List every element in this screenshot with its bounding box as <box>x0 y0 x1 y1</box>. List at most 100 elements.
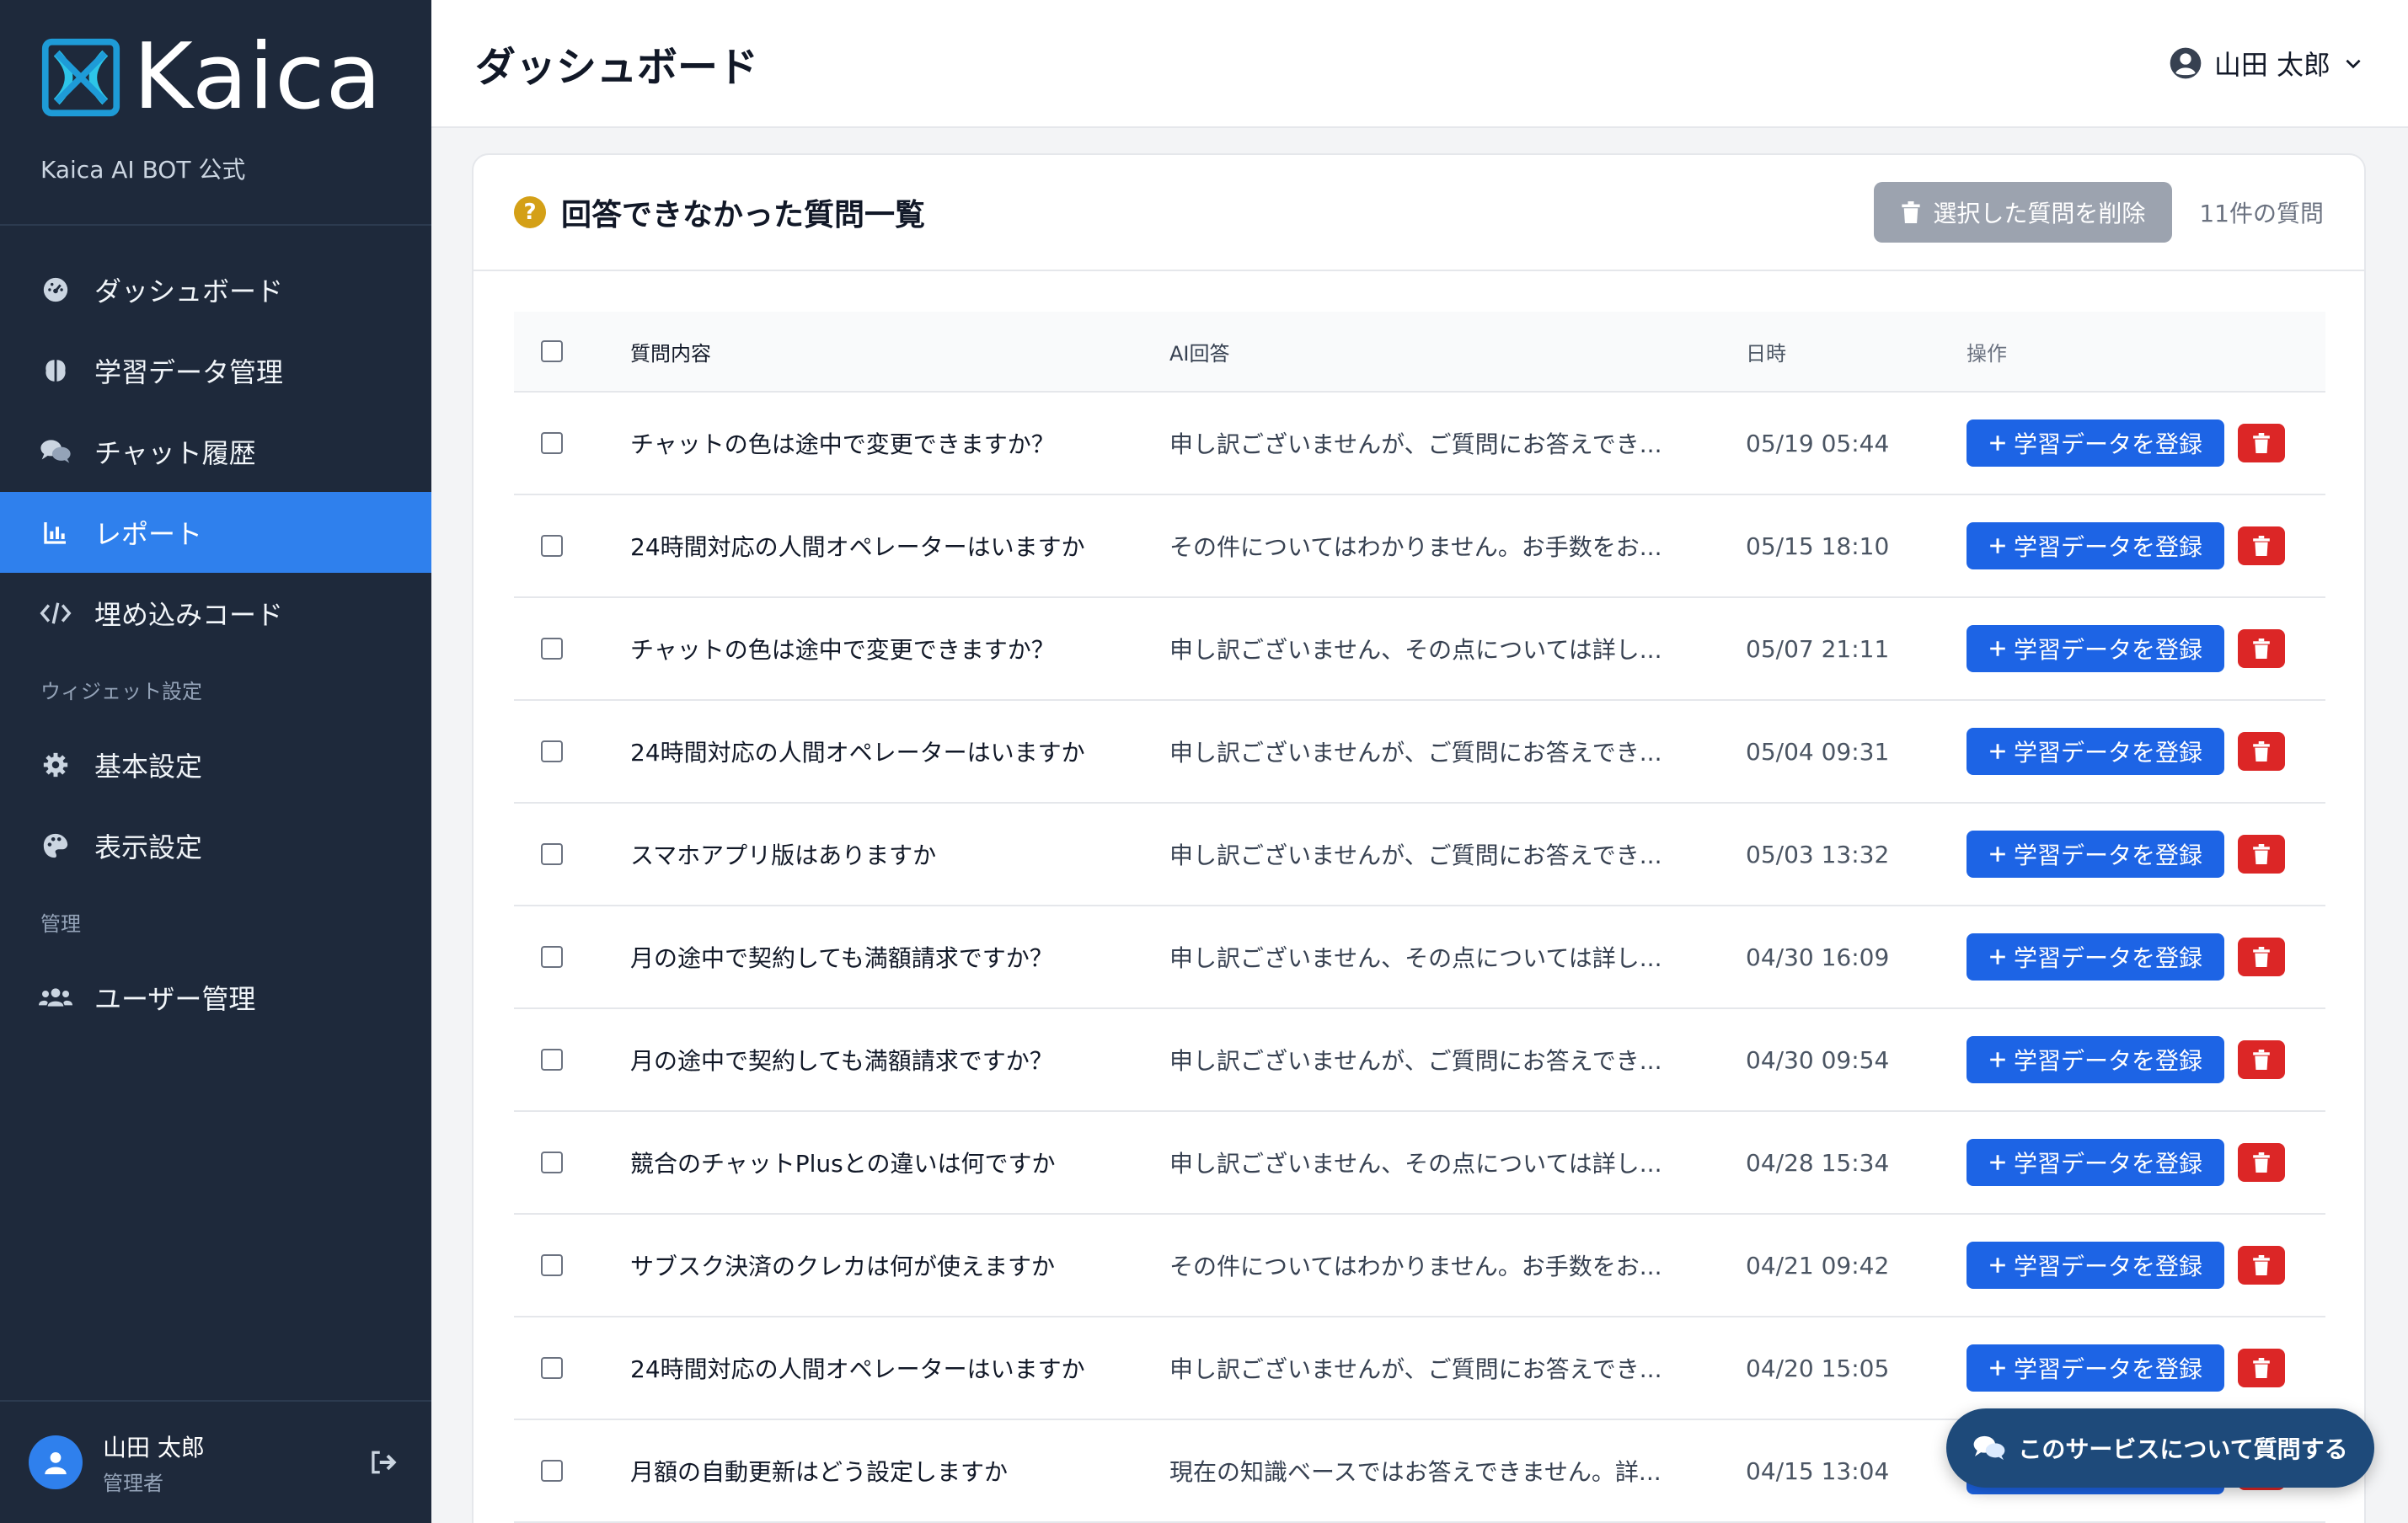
row-checkbox[interactable] <box>541 535 563 557</box>
user-menu[interactable]: 山田 太郎 <box>2169 44 2364 83</box>
plus-icon <box>1990 1052 2005 1067</box>
sidebar-footer: 山田 太郎 管理者 <box>0 1400 431 1523</box>
date-text: 05/15 18:10 <box>1746 532 1890 560</box>
delete-row-button[interactable] <box>2238 1040 2285 1079</box>
column-header-date: 日時 <box>1746 341 1786 366</box>
comments-icon <box>1973 1435 2005 1461</box>
delete-row-button[interactable] <box>2238 732 2285 771</box>
help-chat-label: このサービスについて質問する <box>2018 1435 2348 1463</box>
table-body: チャットの色は途中で変更できますか？ 申し訳ございませんが、ご質問にお答えでき..… <box>514 393 2325 1523</box>
brand-subtitle: Kaica AI BOT 公式 <box>40 156 246 184</box>
sidebar-item-label: 学習データ管理 <box>94 356 284 388</box>
delete-row-button[interactable] <box>2238 1143 2285 1182</box>
sidebar-item-label: 埋め込みコード <box>94 599 284 631</box>
sidebar-item-display-settings[interactable]: 表示設定 <box>0 805 431 886</box>
register-label: 学習データを登録 <box>2013 1356 2202 1382</box>
delete-row-button[interactable] <box>2238 835 2285 874</box>
user-icon <box>45 1451 67 1475</box>
row-checkbox[interactable] <box>541 740 563 762</box>
sidebar-item-training-data[interactable]: 学習データ管理 <box>0 330 431 411</box>
sidebar-item-chat-history[interactable]: チャット履歴 <box>0 411 431 492</box>
row-select-cell <box>514 432 630 454</box>
row-checkbox[interactable] <box>541 1152 563 1173</box>
sidebar-item-report[interactable]: レポート <box>0 492 431 573</box>
row-checkbox[interactable] <box>541 1254 563 1276</box>
user-info: 山田 太郎 管理者 <box>103 1429 366 1496</box>
plus-icon <box>1990 949 2005 965</box>
row-actions: 学習データを登録 <box>1967 419 2325 467</box>
logout-icon[interactable] <box>366 1444 403 1481</box>
row-actions: 学習データを登録 <box>1967 831 2325 878</box>
row-select-cell <box>514 843 630 865</box>
register-training-data-button[interactable]: 学習データを登録 <box>1967 728 2224 775</box>
sidebar-item-user-management[interactable]: ユーザー管理 <box>0 957 431 1038</box>
row-checkbox[interactable] <box>541 843 563 865</box>
code-icon <box>39 596 72 630</box>
row-select-cell <box>514 638 630 660</box>
register-label: 学習データを登録 <box>2013 1048 2202 1074</box>
register-training-data-button[interactable]: 学習データを登録 <box>1967 522 2224 569</box>
delete-row-button[interactable] <box>2238 1349 2285 1387</box>
row-checkbox[interactable] <box>541 1357 563 1379</box>
row-actions: 学習データを登録 <box>1967 1344 2325 1392</box>
row-select-cell <box>514 1152 630 1173</box>
trash-icon <box>2253 1152 2270 1173</box>
register-training-data-button[interactable]: 学習データを登録 <box>1967 831 2224 878</box>
sidebar-item-basic-settings[interactable]: 基本設定 <box>0 724 431 805</box>
question-text: チャットの色は途中で変更できますか？ <box>630 430 1055 458</box>
table-row: 競合のチャットPlusとの違いは何ですか 申し訳ございません、その点については詳し… <box>514 1112 2325 1215</box>
question-text: 競合のチャットPlusとの違いは何ですか <box>630 1150 1056 1178</box>
gauge-icon <box>39 273 72 307</box>
register-training-data-button[interactable]: 学習データを登録 <box>1967 1139 2224 1186</box>
row-select-cell <box>514 1254 630 1276</box>
trash-icon <box>2253 844 2270 864</box>
register-label: 学習データを登録 <box>2013 842 2202 868</box>
row-checkbox[interactable] <box>541 946 563 968</box>
ai-answer-text: 申し訳ございません、その点については詳し... <box>1169 944 1662 972</box>
register-label: 学習データを登録 <box>2013 534 2202 560</box>
trash-icon <box>2253 1255 2270 1275</box>
column-header-actions: 操作 <box>1967 341 2007 366</box>
delete-selected-button[interactable]: 選択した質問を削除 <box>1874 182 2173 243</box>
delete-row-button[interactable] <box>2238 1246 2285 1285</box>
sidebar-item-embed-code[interactable]: 埋め込みコード <box>0 573 431 654</box>
delete-row-button[interactable] <box>2238 938 2285 976</box>
brand-name: Kaica <box>133 24 383 130</box>
date-text: 05/19 05:44 <box>1746 429 1890 457</box>
trash-icon <box>2253 1358 2270 1378</box>
plus-icon <box>1990 641 2005 656</box>
brand: Kaica Kaica AI BOT 公式 <box>0 0 431 226</box>
date-text: 04/20 15:05 <box>1746 1354 1890 1382</box>
ai-answer-text: その件についてはわかりません。お手数をお... <box>1169 1253 1662 1280</box>
row-checkbox[interactable] <box>541 432 563 454</box>
ai-answer-text: 申し訳ございません、その点については詳し... <box>1169 1150 1662 1178</box>
register-label: 学習データを登録 <box>2013 1151 2202 1177</box>
register-training-data-button[interactable]: 学習データを登録 <box>1967 1036 2224 1083</box>
row-checkbox[interactable] <box>541 638 563 660</box>
ai-answer-text: 申し訳ございませんが、ご質問にお答えでき... <box>1169 1047 1662 1075</box>
delete-row-button[interactable] <box>2238 424 2285 462</box>
register-training-data-button[interactable]: 学習データを登録 <box>1967 625 2224 672</box>
row-actions: 学習データを登録 <box>1967 933 2325 981</box>
trash-icon <box>2253 947 2270 967</box>
question-text: 月の途中で契約しても満額請求ですか？ <box>630 944 1053 972</box>
row-actions: 学習データを登録 <box>1967 625 2325 672</box>
register-training-data-button[interactable]: 学習データを登録 <box>1967 1242 2224 1289</box>
question-text: 24時間対応の人間オペレーターはいますか <box>630 533 1085 561</box>
row-select-cell <box>514 946 630 968</box>
help-chat-button[interactable]: このサービスについて質問する <box>1946 1408 2374 1488</box>
delete-row-button[interactable] <box>2238 526 2285 565</box>
register-label: 学習データを登録 <box>2013 1253 2202 1280</box>
sidebar-item-dashboard[interactable]: ダッシュボード <box>0 249 431 330</box>
register-training-data-button[interactable]: 学習データを登録 <box>1967 933 2224 981</box>
register-training-data-button[interactable]: 学習データを登録 <box>1967 419 2224 467</box>
date-text: 04/15 13:04 <box>1746 1456 1890 1485</box>
row-checkbox[interactable] <box>541 1460 563 1482</box>
row-checkbox[interactable] <box>541 1049 563 1071</box>
select-all-checkbox[interactable] <box>541 340 563 362</box>
delete-row-button[interactable] <box>2238 629 2285 668</box>
date-text: 05/07 21:11 <box>1746 634 1890 663</box>
comments-icon <box>39 435 72 468</box>
register-training-data-button[interactable]: 学習データを登録 <box>1967 1344 2224 1392</box>
select-all-cell <box>514 340 630 362</box>
